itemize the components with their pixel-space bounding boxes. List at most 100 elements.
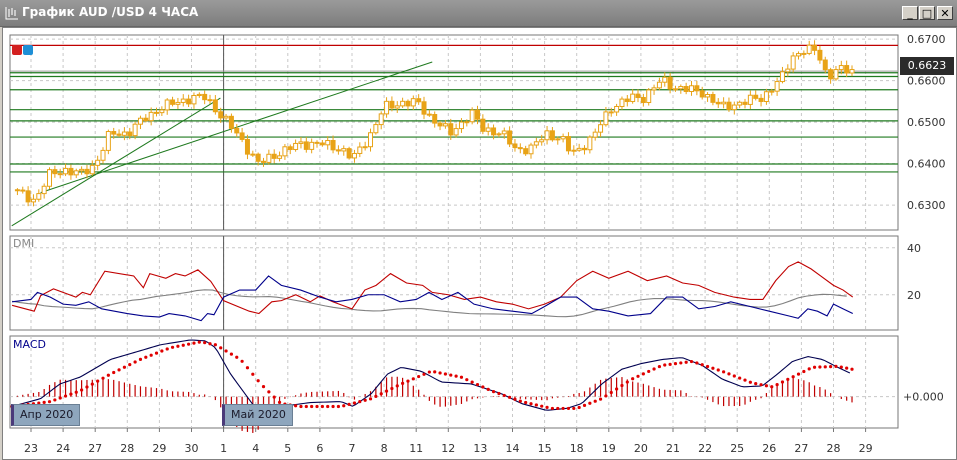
bear-candle	[517, 147, 523, 150]
bear-candle	[726, 101, 732, 111]
signal-dot	[486, 387, 490, 391]
signal-dot	[582, 403, 587, 407]
signal-dot	[807, 367, 811, 371]
bull-candle	[806, 44, 812, 54]
x-axis-label: 19	[602, 442, 616, 455]
signal-dot	[818, 365, 822, 369]
signal-dot	[598, 397, 603, 401]
x-axis-label: 8	[381, 442, 388, 455]
bull-candle	[282, 146, 288, 157]
bull-candle	[298, 141, 304, 144]
signal-dot	[481, 385, 485, 389]
bear-candle	[715, 101, 721, 105]
signal-dot	[411, 377, 415, 381]
signal-dot	[294, 404, 298, 408]
signal-dot	[572, 406, 576, 411]
bear-candle	[699, 90, 705, 98]
bull-candle	[496, 133, 502, 136]
bull-candle	[95, 159, 101, 166]
signal-dot	[465, 378, 469, 382]
bull-candle	[47, 169, 53, 187]
x-axis-label: 30	[185, 442, 199, 455]
signal-dot	[406, 379, 410, 383]
bear-candle	[314, 141, 320, 144]
signal-dot	[534, 403, 538, 407]
signal-dot	[261, 384, 266, 389]
bear-candle	[426, 113, 432, 116]
bear-candle	[667, 76, 673, 90]
bull-candle	[833, 69, 839, 80]
signal-dot	[347, 402, 351, 406]
bear-candle	[271, 153, 277, 159]
signal-dot	[245, 366, 250, 370]
month-marker-apr: Апр 2020	[11, 404, 81, 426]
bear-candle	[218, 111, 224, 119]
bull-candle	[325, 140, 331, 146]
signal-dot	[433, 370, 437, 374]
bull-candle	[672, 88, 678, 91]
red-square-icon[interactable]	[12, 45, 22, 55]
bull-candle	[614, 105, 620, 113]
signal-dot	[219, 346, 223, 350]
bear-candle	[448, 123, 454, 136]
bear-candle	[287, 146, 293, 151]
signal-dot	[604, 394, 608, 398]
bear-candle	[817, 49, 823, 61]
bear-candle	[635, 93, 641, 99]
signal-dot	[561, 406, 565, 411]
x-axis-label: 25	[730, 442, 744, 455]
x-axis-label: 14	[506, 442, 520, 455]
macd-label: MACD	[13, 338, 46, 351]
signal-dot	[545, 405, 549, 409]
bear-candle	[822, 59, 828, 71]
bear-candle	[432, 114, 438, 124]
bear-candle	[491, 127, 497, 136]
bear-candle	[437, 122, 443, 127]
bear-candle	[475, 109, 481, 120]
chart-color-toggle[interactable]	[12, 40, 34, 59]
signal-dot	[529, 402, 533, 406]
signal-dot	[336, 404, 341, 409]
x-axis-label: 5	[284, 442, 291, 455]
signal-dot	[53, 398, 57, 402]
x-axis-label: 12	[441, 442, 455, 455]
signal-dot	[652, 367, 656, 371]
signal-dot	[272, 395, 276, 399]
bear-candle	[608, 111, 614, 114]
blue-square-icon[interactable]	[23, 45, 33, 55]
signal-dot	[384, 389, 389, 393]
bull-candle	[705, 94, 711, 98]
bull-candle	[619, 98, 625, 107]
signal-dot	[101, 376, 105, 380]
signal-dot	[58, 396, 62, 400]
signal-dot	[379, 392, 383, 396]
signal-dot	[438, 371, 442, 375]
bull-candle	[485, 127, 491, 132]
signal-dot	[69, 392, 73, 396]
dmi-axis-label: 40	[907, 242, 921, 255]
signal-dot	[663, 363, 667, 367]
price-axis-label: 0.6500	[907, 116, 946, 129]
x-axis-label: 13	[473, 442, 487, 455]
signal-dot	[502, 393, 506, 398]
signal-dot	[770, 385, 774, 389]
signal-dot	[154, 351, 159, 355]
chart-canvas[interactable]: 23 24 27 28 29 30 1 4 5 6 7 8 11 12 13 14 15 18 19 20 21 22 25…	[0, 0, 957, 460]
bull-candle	[164, 99, 170, 111]
signal-dot	[705, 364, 710, 369]
signal-dot	[106, 373, 110, 377]
signal-dot	[122, 365, 127, 369]
bull-candle	[368, 132, 374, 148]
bear-candle	[212, 99, 218, 113]
x-axis-label: 29	[859, 442, 873, 455]
bull-candle	[121, 131, 127, 136]
bull-candle	[598, 124, 604, 133]
bear-candle	[127, 131, 133, 137]
bull-candle	[464, 121, 470, 124]
price-axis-label: 0.6300	[907, 199, 946, 212]
signal-dot	[417, 374, 421, 379]
bull-candle	[191, 94, 197, 105]
signal-dot	[267, 390, 271, 394]
signal-dot	[647, 369, 651, 374]
signal-dot	[716, 368, 720, 372]
